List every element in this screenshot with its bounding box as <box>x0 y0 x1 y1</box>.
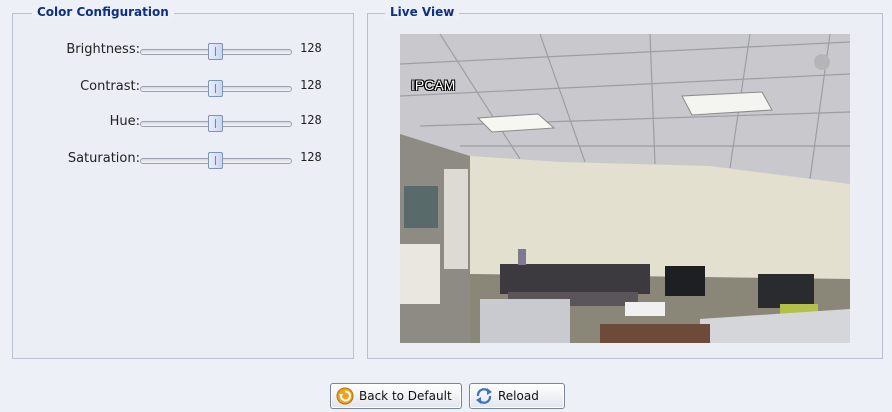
reload-button[interactable]: Reload <box>469 383 565 409</box>
live-video-feed: IPCAM <box>400 34 850 343</box>
saturation-value: 128 <box>300 150 322 164</box>
brightness-slider[interactable] <box>140 43 292 60</box>
live-view-panel: Live View IPCAM <box>367 5 883 359</box>
saturation-slider-thumb[interactable] <box>208 152 223 169</box>
hue-slider-thumb[interactable] <box>208 115 223 132</box>
reload-label: Reload <box>498 389 539 403</box>
back-to-default-label: Back to Default <box>359 389 452 403</box>
brightness-value: 128 <box>300 41 322 55</box>
contrast-label: Contrast: <box>80 79 140 94</box>
brightness-slider-thumb[interactable] <box>208 43 223 60</box>
saturation-label: Saturation: <box>67 151 140 166</box>
contrast-slider-thumb[interactable] <box>208 80 223 97</box>
back-to-default-button[interactable]: Back to Default <box>330 383 462 409</box>
undo-arrow-icon <box>336 387 354 405</box>
saturation-slider[interactable] <box>140 152 292 169</box>
refresh-icon <box>476 388 492 404</box>
camera-scene-image <box>400 34 850 343</box>
contrast-value: 128 <box>300 78 322 92</box>
hue-value: 128 <box>300 113 322 127</box>
hue-row: Hue: 128 <box>13 112 353 134</box>
contrast-slider[interactable] <box>140 80 292 97</box>
hue-slider[interactable] <box>140 115 292 132</box>
live-view-title: Live View <box>385 5 460 19</box>
camera-osd-label: IPCAM <box>411 77 456 93</box>
contrast-row: Contrast: 128 <box>13 77 353 99</box>
hue-label: Hue: <box>109 114 140 129</box>
saturation-row: Saturation: 128 <box>13 149 353 171</box>
brightness-label: Brightness: <box>66 42 140 57</box>
brightness-row: Brightness: 128 <box>13 40 353 62</box>
color-configuration-panel: Color Configuration Brightness: 128 Cont… <box>12 5 354 359</box>
color-configuration-title: Color Configuration <box>32 5 174 19</box>
